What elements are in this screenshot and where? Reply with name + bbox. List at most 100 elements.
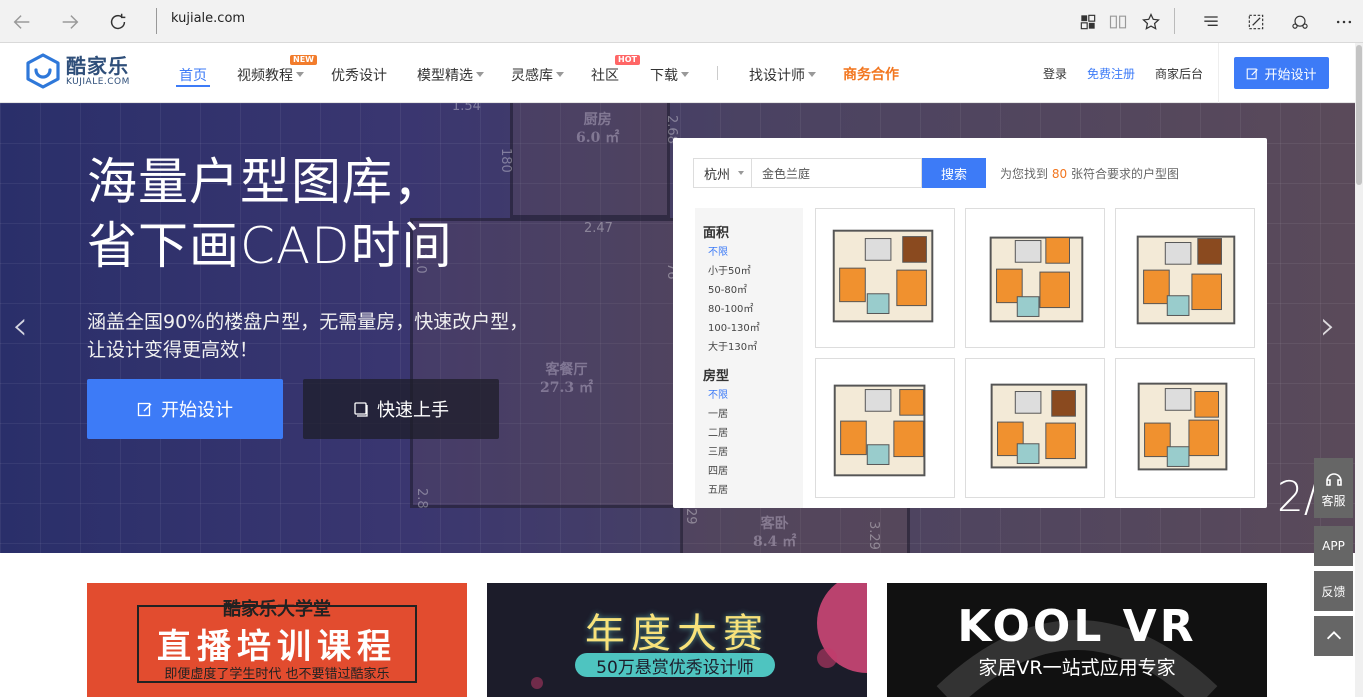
nav-download[interactable]: 下载: [650, 65, 689, 85]
hero-subtitle: 涵盖全国90%的楼盘户型，无需量房，快速改户型， 让设计变得更高效！: [87, 308, 528, 364]
carousel-next-icon[interactable]: ›: [1320, 303, 1336, 349]
area-filter-title: 面积: [703, 226, 730, 241]
start-design-label: 开始设计: [1264, 67, 1317, 83]
edit-icon: [137, 402, 152, 417]
address-bar[interactable]: kujiale.com: [171, 11, 245, 26]
quick-start-label: 快速上手: [377, 400, 449, 421]
filter-sidebar: 面积 不限 小于50㎡ 50-80㎡ 80-100㎡ 100-130㎡ 大于13…: [695, 208, 803, 508]
merchant-link[interactable]: 商家后台: [1155, 65, 1203, 82]
kool-vr-banner[interactable]: KOOL VR 家居VR一站式应用专家: [887, 583, 1267, 697]
dimension-label: 2.47: [584, 221, 613, 236]
nav-inspiration-label: 灵感库: [511, 68, 553, 84]
floorplan-thumbnail[interactable]: [815, 358, 955, 498]
hub-icon[interactable]: [1198, 9, 1224, 35]
chevron-down-icon: [296, 71, 304, 77]
nav-featured-designs[interactable]: 优秀设计: [331, 65, 387, 85]
nav-business[interactable]: 商务合作: [843, 64, 899, 84]
nav-video-tutorials[interactable]: 视频教程: [237, 65, 304, 85]
floorplan-thumbnail[interactable]: [965, 208, 1105, 348]
banner-title: KOOL VR: [957, 601, 1197, 652]
chevron-down-icon: [808, 71, 816, 77]
floorplan-label: 客餐厅 27.3 ㎡: [540, 362, 593, 397]
logo-domain: KUJIALE.COM: [66, 76, 130, 87]
room-option[interactable]: 五居: [708, 481, 728, 496]
room-option[interactable]: 二居: [708, 424, 728, 439]
header-divider: [1218, 43, 1219, 103]
floorplan-thumbnail[interactable]: [1115, 358, 1255, 498]
chevron-down-icon: [738, 171, 745, 175]
room-option[interactable]: 四居: [708, 462, 728, 477]
nav-community[interactable]: 社区: [591, 65, 619, 85]
chevron-down-icon: [476, 71, 484, 77]
extension-icon[interactable]: [1075, 9, 1101, 35]
floorplan-thumbnail[interactable]: [1115, 208, 1255, 348]
nav-active-indicator: [176, 85, 210, 87]
logo-name: 酷家乐: [66, 53, 129, 78]
headset-icon: [1325, 472, 1342, 486]
forward-icon[interactable]: [56, 8, 84, 36]
dimension-label: 1.54: [452, 103, 481, 114]
search-input[interactable]: 金色兰庭: [752, 158, 922, 188]
banner-subtitle: 即便虚度了学生时代 也不要错过酷家乐: [164, 667, 390, 682]
area-option[interactable]: 小于50㎡: [708, 262, 751, 277]
customer-service-label: 客服: [1321, 493, 1346, 508]
banner-kicker: 酷家乐大学堂: [223, 599, 331, 620]
favorite-star-icon[interactable]: [1138, 9, 1164, 35]
city-value: 杭州: [704, 167, 731, 183]
room-option[interactable]: 不限: [708, 386, 728, 401]
hero-title: 海量户型图库， 省下画CAD时间: [87, 150, 453, 278]
scrollbar-thumb[interactable]: [1356, 45, 1362, 185]
annual-contest-banner[interactable]: 年度大赛 50万悬赏优秀设计师: [487, 583, 867, 697]
web-note-icon[interactable]: [1243, 9, 1269, 35]
chevron-up-icon: [1326, 631, 1341, 640]
register-link[interactable]: 免费注册: [1087, 65, 1135, 82]
area-option[interactable]: 不限: [708, 243, 728, 258]
room-option[interactable]: 三居: [708, 443, 728, 458]
nav-models[interactable]: 模型精选: [417, 65, 484, 85]
hero-subtitle-line: 涵盖全国90%的楼盘户型，无需量房，快速改户型，: [87, 311, 529, 333]
nav-models-label: 模型精选: [417, 68, 473, 84]
customer-service-button[interactable]: 客服: [1314, 458, 1353, 518]
carousel-pager: 2/: [1277, 472, 1318, 521]
floorplan-thumbnail[interactable]: [815, 208, 955, 348]
nav-find-designer[interactable]: 找设计师: [749, 65, 816, 85]
login-link[interactable]: 登录: [1043, 65, 1067, 82]
nav-home[interactable]: 首页: [179, 65, 207, 85]
floorplan-label: 客卧 8.4 ㎡: [753, 516, 797, 551]
quick-start-button[interactable]: 快速上手: [303, 379, 499, 439]
address-divider: [156, 8, 157, 34]
floorplan-search-panel: 杭州 金色兰庭 搜索 为您找到 80 张符合要求的户型图 面积 不限 小于50㎡…: [673, 138, 1267, 508]
area-option[interactable]: 50-80㎡: [708, 281, 747, 296]
nav-inspiration[interactable]: 灵感库: [511, 65, 564, 85]
nav-find-designer-label: 找设计师: [749, 68, 805, 84]
live-training-banner[interactable]: 酷家乐大学堂 直播培训课程 即便虚度了学生时代 也不要错过酷家乐: [87, 583, 467, 697]
area-option[interactable]: 大于130㎡: [708, 338, 757, 353]
back-to-top-button[interactable]: [1314, 616, 1353, 656]
chevron-down-icon: [556, 71, 564, 77]
reading-view-icon[interactable]: [1105, 9, 1131, 35]
site-logo[interactable]: 酷家乐 KUJIALE.COM: [25, 53, 130, 89]
banner-subtitle: 50万悬赏优秀设计师: [575, 653, 775, 678]
city-select[interactable]: 杭州: [693, 158, 752, 188]
more-icon[interactable]: [1331, 9, 1357, 35]
area-option[interactable]: 100-130㎡: [708, 319, 760, 334]
hero-subtitle-line: 让设计变得更高效！: [87, 339, 259, 361]
edit-icon: [1247, 68, 1259, 79]
share-icon[interactable]: [1287, 9, 1313, 35]
search-button[interactable]: 搜索: [922, 158, 986, 188]
carousel-prev-icon[interactable]: ‹: [12, 303, 28, 349]
banner-title: 年度大赛: [585, 611, 769, 657]
feedback-button[interactable]: 反馈: [1314, 571, 1353, 611]
floorplan-label: 厨房 6.0 ㎡: [576, 112, 620, 147]
hero-start-design-button[interactable]: 开始设计: [87, 379, 283, 439]
dimension-label: 29: [683, 508, 698, 525]
back-icon[interactable]: [8, 8, 36, 36]
start-design-button[interactable]: 开始设计: [1234, 57, 1329, 89]
dimension-label: 3.29: [866, 521, 881, 550]
room-option[interactable]: 一居: [708, 405, 728, 420]
app-download-button[interactable]: APP: [1314, 526, 1353, 566]
floorplan-thumbnail[interactable]: [965, 358, 1105, 498]
refresh-icon[interactable]: [104, 8, 132, 36]
area-option[interactable]: 80-100㎡: [708, 300, 753, 315]
nav-divider: [717, 66, 718, 80]
